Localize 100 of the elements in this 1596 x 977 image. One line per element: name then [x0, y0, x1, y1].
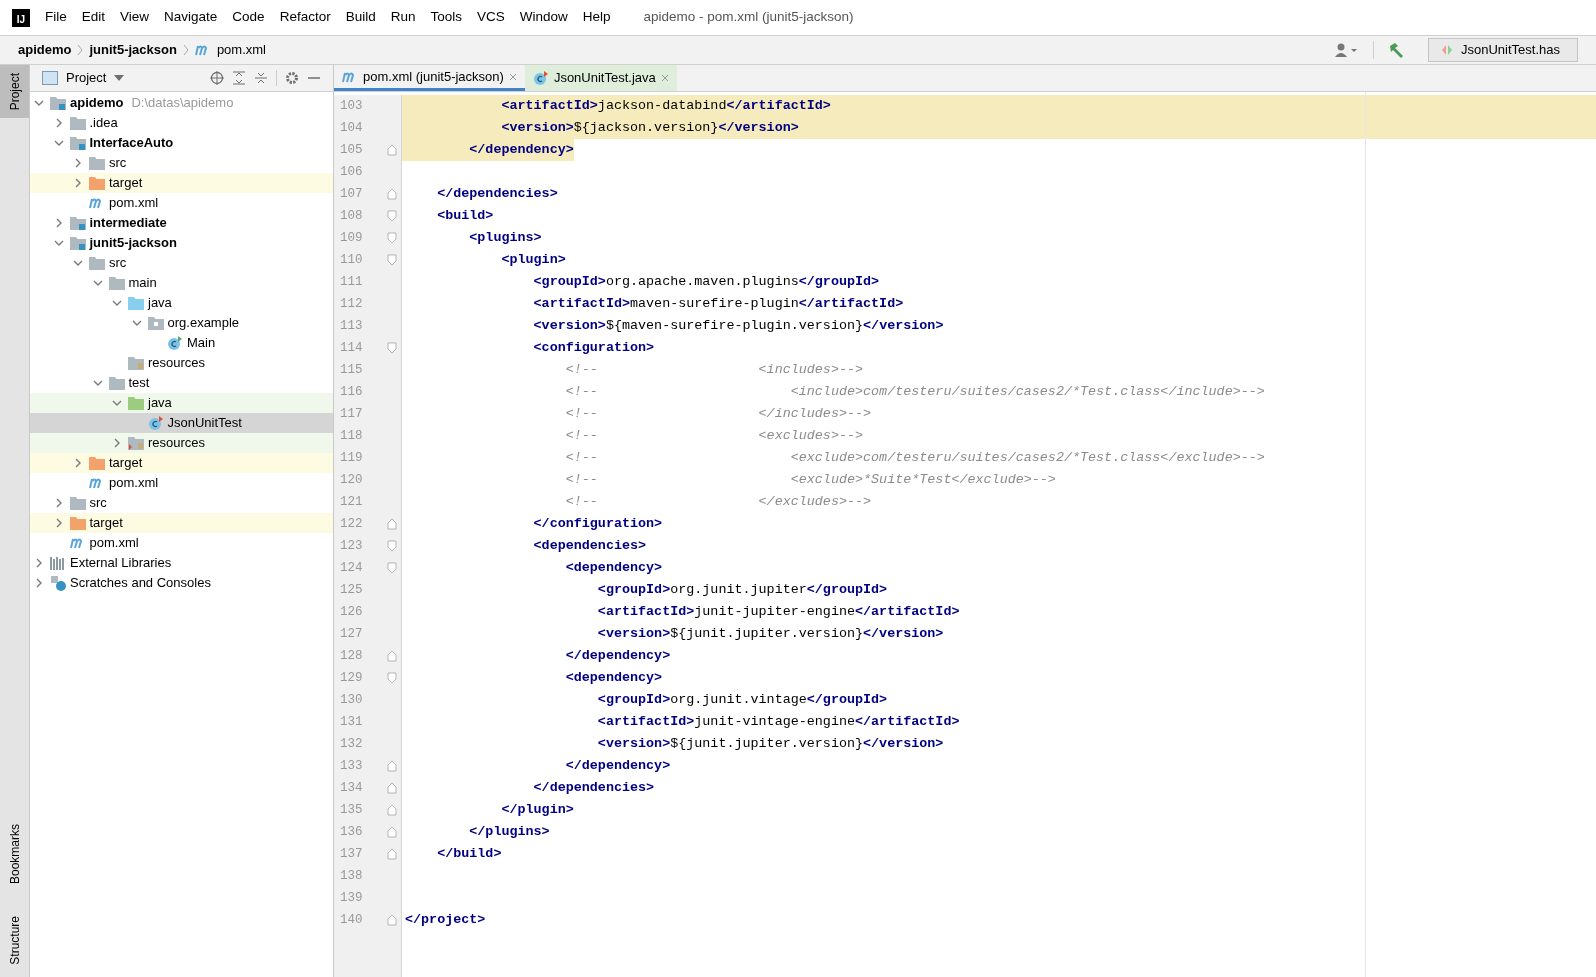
menu-item[interactable]: Edit — [81, 7, 106, 28]
tree-item[interactable]: target — [30, 453, 333, 473]
fold-marker-icon[interactable] — [387, 232, 397, 244]
fold-marker-icon[interactable] — [387, 848, 397, 860]
tree-item[interactable]: apidemo D:\datas\apidemo — [30, 93, 333, 113]
menu-item[interactable]: Tools — [430, 7, 462, 28]
tree-item[interactable]: External Libraries — [30, 553, 333, 573]
tree-item[interactable]: target — [30, 173, 333, 193]
menu-item[interactable]: Code — [232, 7, 265, 28]
line-number: 115 — [339, 361, 364, 379]
menu-item[interactable]: Navigate — [164, 7, 218, 28]
chevron-down-icon[interactable] — [34, 98, 44, 108]
close-icon[interactable] — [508, 72, 517, 81]
fold-marker-icon[interactable] — [387, 342, 397, 354]
tree-item-label: main — [128, 274, 157, 293]
fold-marker-icon[interactable] — [387, 914, 397, 926]
expand-all-icon[interactable] — [232, 71, 246, 85]
tree-item[interactable]: .idea — [30, 113, 333, 133]
breadcrumb-item[interactable]: junit5-jackson — [89, 40, 177, 60]
menu-item[interactable]: File — [45, 7, 67, 28]
line-number: 103 — [339, 97, 364, 115]
menu-item[interactable]: Refactor — [279, 7, 331, 28]
menu-item[interactable]: View — [120, 7, 150, 28]
fold-marker-icon[interactable] — [387, 650, 397, 662]
chevron-down-icon[interactable] — [73, 258, 83, 268]
chevron-down-icon[interactable] — [112, 398, 122, 408]
tree-item[interactable]: pom.xml — [30, 473, 333, 493]
folder-icon — [108, 376, 125, 390]
tree-item[interactable]: InterfaceAuto — [30, 133, 333, 153]
fold-marker-icon[interactable] — [387, 518, 397, 530]
code-line: <groupId>org.apache.maven.plugins</groupId> — [532, 272, 880, 291]
tree-item[interactable]: target — [30, 513, 333, 533]
chevron-down-icon[interactable] — [53, 238, 64, 248]
breadcrumb-item[interactable]: pom.xml — [216, 40, 266, 60]
locate-icon[interactable] — [210, 71, 224, 85]
menu-item[interactable]: Build — [345, 7, 376, 28]
chevron-down-icon[interactable] — [131, 318, 142, 328]
menu-item[interactable]: VCS — [477, 7, 505, 28]
tree-item-label: src — [109, 154, 127, 173]
line-number: 114 — [339, 339, 364, 357]
user-icon[interactable] — [1335, 43, 1359, 57]
menu-item[interactable]: Run — [390, 7, 416, 28]
settings-icon[interactable] — [285, 71, 299, 85]
run-configuration[interactable]: JsonUnitTest.has — [1428, 38, 1578, 62]
tree-item[interactable]: java — [30, 293, 333, 313]
fold-marker-icon[interactable] — [387, 210, 397, 222]
chevron-down-icon[interactable] — [53, 138, 64, 148]
tree-item[interactable]: src — [30, 253, 333, 273]
close-icon[interactable] — [660, 74, 669, 82]
tree-item[interactable]: pom.xml — [30, 193, 333, 213]
fold-marker-icon[interactable] — [387, 826, 397, 838]
breadcrumb-item[interactable]: apidemo — [18, 40, 72, 60]
panel-title[interactable]: Project — [66, 68, 107, 88]
fold-marker-icon[interactable] — [387, 540, 397, 552]
fold-marker-icon[interactable] — [387, 144, 397, 156]
line-number: 126 — [339, 603, 364, 621]
fold-marker-icon[interactable] — [387, 188, 397, 200]
side-tab[interactable]: Structure — [0, 908, 29, 973]
fold-marker-icon[interactable] — [387, 782, 397, 794]
chevron-right-icon[interactable] — [73, 458, 83, 468]
tree-item[interactable]: Main — [30, 333, 333, 353]
caret-icon[interactable] — [114, 75, 125, 81]
tree-item[interactable]: resources — [30, 353, 333, 373]
tree-item[interactable]: pom.xml — [30, 533, 333, 553]
code-line: </plugins> — [468, 822, 550, 841]
chevron-right-icon — [77, 44, 84, 56]
tree-item[interactable]: JsonUnitTest — [30, 413, 333, 433]
tree-item[interactable]: java — [30, 393, 333, 413]
tree-item[interactable]: test — [30, 373, 333, 393]
tree-item-label: target — [109, 454, 143, 473]
tree-item[interactable]: Scratches and Consoles — [30, 573, 333, 593]
tree-item[interactable]: org.example — [30, 313, 333, 333]
tree-item[interactable]: junit5-jackson — [30, 233, 333, 253]
menu-item[interactable]: Window — [519, 7, 568, 28]
tree-item[interactable]: intermediate — [30, 213, 333, 233]
chevron-down-icon[interactable] — [112, 298, 122, 308]
tree-item[interactable]: resources — [30, 433, 333, 453]
fold-marker-icon[interactable] — [387, 760, 397, 772]
window-icon — [42, 71, 58, 85]
collapse-all-icon[interactable] — [254, 71, 268, 85]
chevron-right-icon[interactable] — [112, 438, 122, 448]
chevron-down-icon[interactable] — [92, 278, 103, 288]
menu-item[interactable]: Help — [582, 7, 611, 28]
line-number: 113 — [339, 317, 364, 335]
tree-item[interactable]: main — [30, 273, 333, 293]
editor-tab[interactable]: JsonUnitTest.java — [524, 65, 677, 91]
line-number: 105 — [339, 141, 364, 159]
code-line: </build> — [436, 844, 502, 863]
fold-marker-icon[interactable] — [387, 562, 397, 574]
tree-item[interactable]: src — [30, 153, 333, 173]
line-number: 117 — [339, 405, 364, 423]
line-number: 106 — [339, 163, 364, 181]
line-number: 134 — [339, 779, 364, 797]
fold-marker-icon[interactable] — [387, 804, 397, 816]
chevron-down-icon[interactable] — [92, 378, 103, 388]
tree-item[interactable]: src — [30, 493, 333, 513]
side-tab[interactable]: Bookmarks — [0, 816, 29, 893]
fold-marker-icon[interactable] — [387, 672, 397, 684]
fold-marker-icon[interactable] — [387, 254, 397, 266]
side-tab[interactable]: Project — [0, 65, 29, 119]
